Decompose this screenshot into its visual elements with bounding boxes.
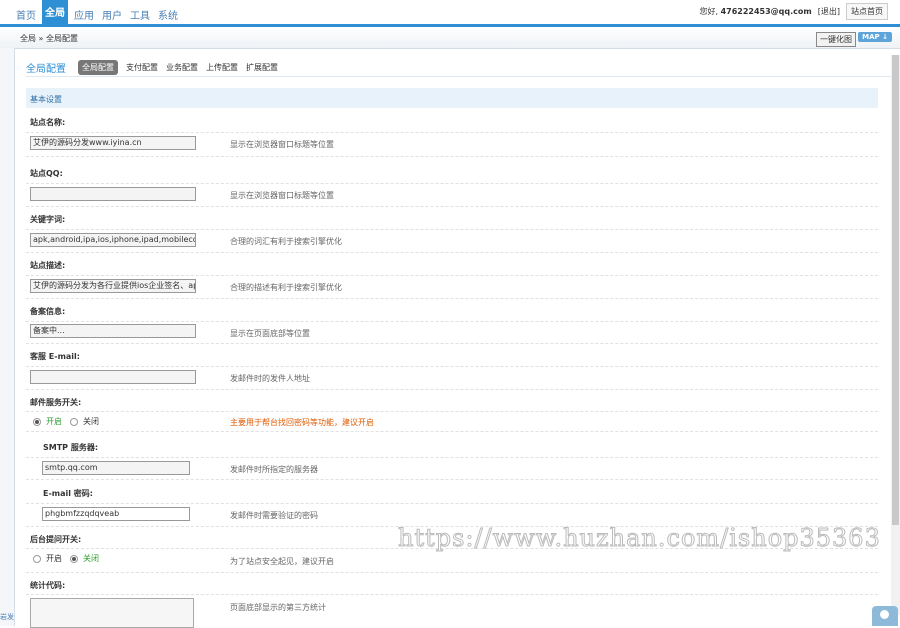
mail-password-hint: 发邮件时需要验证的密码	[230, 511, 318, 520]
stats-code-hint: 页面底部显示的第三方统计	[230, 603, 326, 612]
radio-checked-icon	[70, 554, 78, 563]
radio-checked-icon	[33, 417, 41, 426]
sidebar-fragment: 岩发	[0, 613, 14, 621]
mail-on-label: 开启	[46, 417, 62, 426]
site-name-hint: 显示在浏览器窗口标题等位置	[230, 140, 334, 149]
keywords-input[interactable]: apk,android,ipa,ios,iphone,ipad,mobileco…	[30, 233, 196, 247]
main-nav: 首页 全局 应用 用户 工具 系统	[14, 0, 184, 25]
greeting: 您好,	[699, 7, 719, 16]
tab-upload[interactable]: 上传配置	[206, 62, 238, 73]
divider	[26, 457, 878, 458]
breadcrumb-bar: 全局 » 全局配置 一键化图 MAP ↓	[0, 27, 900, 49]
divider	[26, 229, 878, 230]
admin-off-radio[interactable]: 关闭	[70, 553, 99, 564]
breadcrumb: 全局 » 全局配置	[20, 34, 78, 43]
divider	[26, 321, 878, 322]
divider	[26, 389, 878, 390]
divider	[26, 206, 878, 207]
divider	[26, 275, 878, 276]
support-email-hint: 发邮件时的发件人地址	[230, 374, 310, 383]
vertical-scrollbar[interactable]	[891, 55, 900, 615]
admin-off-label: 关闭	[83, 554, 99, 563]
section-header: 基本设置	[26, 88, 878, 108]
admin-on-label: 开启	[46, 554, 62, 563]
mail-off-radio[interactable]: 关闭	[70, 416, 99, 427]
keywords-label: 关键字词:	[30, 215, 66, 224]
logout-link[interactable]: [退出]	[818, 6, 840, 17]
support-email-input[interactable]	[30, 370, 196, 384]
admin-on-radio[interactable]: 开启	[33, 553, 62, 564]
stats-code-textarea[interactable]	[30, 598, 194, 628]
mail-password-input[interactable]: phgbmfzzqdqveab	[42, 507, 190, 521]
tab-divider	[26, 76, 892, 77]
page-title: 全局配置	[26, 64, 66, 75]
mail-on-radio[interactable]: 开启	[33, 416, 62, 427]
nav-global[interactable]: 全局	[42, 0, 68, 25]
tab-payment[interactable]: 支付配置	[126, 62, 158, 73]
nav-tools[interactable]: 工具	[128, 4, 152, 25]
divider	[26, 132, 878, 133]
onekey-button[interactable]: 一键化图	[816, 32, 856, 47]
divider	[26, 479, 878, 480]
mail-switch-hint: 主要用于帮台找回密码等功能，建议开启	[230, 418, 374, 427]
radio-unchecked-icon	[70, 417, 78, 426]
icp-input[interactable]: 备案中...	[30, 324, 196, 338]
radio-unchecked-icon	[33, 554, 41, 563]
left-sidebar-strip: 岩发	[0, 48, 15, 626]
divider	[26, 411, 878, 412]
site-qq-hint: 显示在浏览器窗口标题等位置	[230, 191, 334, 200]
divider	[26, 298, 878, 299]
map-button[interactable]: MAP ↓	[858, 32, 892, 42]
smtp-input[interactable]: smtp.qq.com	[42, 461, 190, 475]
keywords-hint: 合理的词汇有利于搜索引擎优化	[230, 237, 342, 246]
icp-hint: 显示在页面底部等位置	[230, 329, 310, 338]
watermark-text: https://www.huzhan.com/ishop35363	[398, 524, 881, 553]
mail-off-label: 关闭	[83, 417, 99, 426]
scrollbar-thumb[interactable]	[892, 55, 899, 525]
tab-global[interactable]: 全局配置	[78, 60, 118, 75]
divider	[26, 183, 878, 184]
divider	[26, 594, 878, 595]
support-avatar-icon[interactable]	[872, 606, 898, 626]
site-home-button[interactable]: 站点首页	[846, 3, 888, 20]
divider	[26, 156, 878, 157]
site-name-input[interactable]: 艾伊的源码分发www.iyina.cn	[30, 136, 196, 150]
smtp-hint: 发邮件时所指定的服务器	[230, 465, 318, 474]
description-label: 站点描述:	[30, 261, 66, 270]
site-qq-label: 站点QQ:	[30, 169, 63, 178]
divider	[26, 503, 878, 504]
divider	[26, 572, 878, 573]
admin-switch-hint: 为了站点安全起见，建议开启	[230, 557, 334, 566]
admin-switch-label: 后台提问开关:	[30, 535, 82, 544]
support-email-label: 客服 E-mail:	[30, 352, 80, 361]
config-tabs: 全局配置 全局配置 支付配置 业务配置 上传配置 扩展配置	[26, 60, 278, 75]
divider	[26, 343, 878, 344]
mail-password-label: E-mail 密码:	[43, 489, 93, 498]
nav-users[interactable]: 用户	[100, 4, 124, 25]
divider	[26, 366, 878, 367]
nav-system[interactable]: 系统	[156, 4, 180, 25]
divider	[26, 252, 878, 253]
description-hint: 合理的描述有利于搜索引擎优化	[230, 283, 342, 292]
divider	[26, 431, 878, 432]
top-navigation-bar: 首页 全局 应用 用户 工具 系统 您好, 476222453@qq.com […	[0, 0, 900, 27]
site-name-label: 站点名称:	[30, 118, 66, 127]
section-title: 基本设置	[30, 95, 62, 104]
user-info: 您好, 476222453@qq.com [退出] 站点首页	[699, 3, 888, 20]
site-qq-input[interactable]	[30, 187, 196, 201]
tab-extension[interactable]: 扩展配置	[246, 62, 278, 73]
description-input[interactable]: 艾伊的源码分发为各行业提供ios企业签名、app	[30, 279, 196, 293]
icp-label: 备案信息:	[30, 307, 66, 316]
nav-apps[interactable]: 应用	[72, 4, 96, 25]
mail-switch-label: 邮件服务开关:	[30, 398, 82, 407]
tab-business[interactable]: 业务配置	[166, 62, 198, 73]
nav-home[interactable]: 首页	[14, 4, 38, 25]
smtp-label: SMTP 服务器:	[43, 443, 99, 452]
user-email: 476222453@qq.com	[720, 7, 812, 16]
stats-code-label: 统计代码:	[30, 581, 66, 590]
